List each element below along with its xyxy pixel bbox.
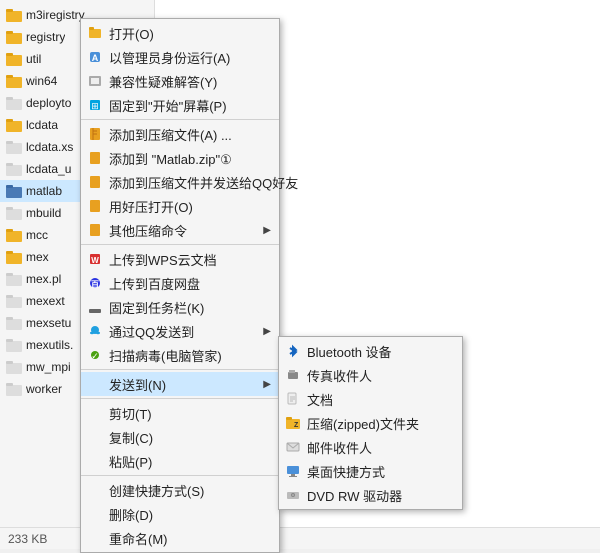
zip3-icon [87,174,103,190]
svg-text:✓: ✓ [91,351,99,361]
fax-icon [285,367,301,383]
zip-icon [87,126,103,142]
svg-text:A: A [92,53,99,63]
pin-icon: ⊞ [87,97,103,113]
dvd-icon [285,487,301,503]
zip5-icon [87,222,103,238]
menu-add-zip[interactable]: 添加到压缩文件(A) ... [81,122,279,146]
submenu-arrow-qq: ▶ [263,326,271,337]
zipfolder-icon: Z [285,415,301,431]
menu-copy[interactable]: 复制(C) [81,425,279,449]
separator-5 [81,475,279,476]
send-to-submenu: Bluetooth 设备 传真收件人 文档 Z 压缩(zipped)文件夹 邮件… [278,336,463,510]
svg-text:W: W [91,256,99,265]
menu-paste[interactable]: 粘贴(P) [81,449,279,473]
menu-delete[interactable]: 删除(D) [81,502,279,526]
menu-compat[interactable]: 兼容性疑难解答(Y) [81,69,279,93]
menu-taskbar[interactable]: 固定到任务栏(K) [81,295,279,319]
menu-pin-start[interactable]: ⊞ 固定到"开始"屏幕(P) [81,93,279,117]
open-icon [87,25,103,41]
compat-icon [87,73,103,89]
menu-more-zip[interactable]: 其他压缩命令 ▶ [81,218,279,242]
menu-send-to[interactable]: 发送到(N) ▶ [81,372,279,396]
menu-run-as-admin[interactable]: A 以管理员身份运行(A) [81,45,279,69]
context-menu: 打开(O) A 以管理员身份运行(A) 兼容性疑难解答(Y) ⊞ 固定到"开始"… [80,18,280,553]
shortcut-icon [87,482,103,498]
uac-icon: A [87,49,103,65]
desktop-icon [285,463,301,479]
menu-rename[interactable]: 重命名(M) [81,526,279,550]
delete-icon [87,506,103,522]
separator-2 [81,244,279,245]
submenu-bluetooth[interactable]: Bluetooth 设备 [279,339,462,363]
separator-1 [81,119,279,120]
svg-text:⊞: ⊞ [91,101,99,111]
menu-add-zip2[interactable]: 添加到 "Matlab.zip"① [81,146,279,170]
taskbar-icon [87,299,103,315]
submenu-desktop[interactable]: 桌面快捷方式 [279,459,462,483]
virus-icon: ✓ [87,347,103,363]
submenu-document[interactable]: 文档 [279,387,462,411]
menu-add-zip-qq[interactable]: 添加到压缩文件并发送给QQ好友 [81,170,279,194]
menu-wps[interactable]: W 上传到WPS云文档 [81,247,279,271]
submenu-zipfolder[interactable]: Z 压缩(zipped)文件夹 [279,411,462,435]
separator-4 [81,398,279,399]
svg-text:百: 百 [91,280,99,289]
send-to-icon [87,376,103,392]
zip2-icon [87,150,103,166]
qq-icon [87,323,103,339]
menu-open[interactable]: 打开(O) [81,21,279,45]
paste-icon [87,453,103,469]
bluetooth-icon [285,343,301,359]
svg-text:Z: Z [294,422,299,429]
menu-open-zip[interactable]: 用好压打开(O) [81,194,279,218]
menu-shortcut[interactable]: 创建快捷方式(S) [81,478,279,502]
wps-icon: W [87,251,103,267]
cut-icon [87,405,103,421]
zip4-icon [87,198,103,214]
baidu-icon: 百 [87,275,103,291]
submenu-fax[interactable]: 传真收件人 [279,363,462,387]
submenu-arrow-sendto: ▶ [263,379,271,390]
menu-baidu[interactable]: 百 上传到百度网盘 [81,271,279,295]
submenu-arrow-zip: ▶ [263,225,271,236]
menu-qq-send[interactable]: 通过QQ发送到 ▶ [81,319,279,343]
document-icon [285,391,301,407]
menu-virus[interactable]: ✓ 扫描病毒(电脑管家) [81,343,279,367]
rename-icon [87,530,103,546]
copy-icon [87,429,103,445]
menu-cut[interactable]: 剪切(T) [81,401,279,425]
submenu-dvd[interactable]: DVD RW 驱动器 [279,483,462,507]
mail-icon [285,439,301,455]
submenu-mail[interactable]: 邮件收件人 [279,435,462,459]
separator-3 [81,369,279,370]
